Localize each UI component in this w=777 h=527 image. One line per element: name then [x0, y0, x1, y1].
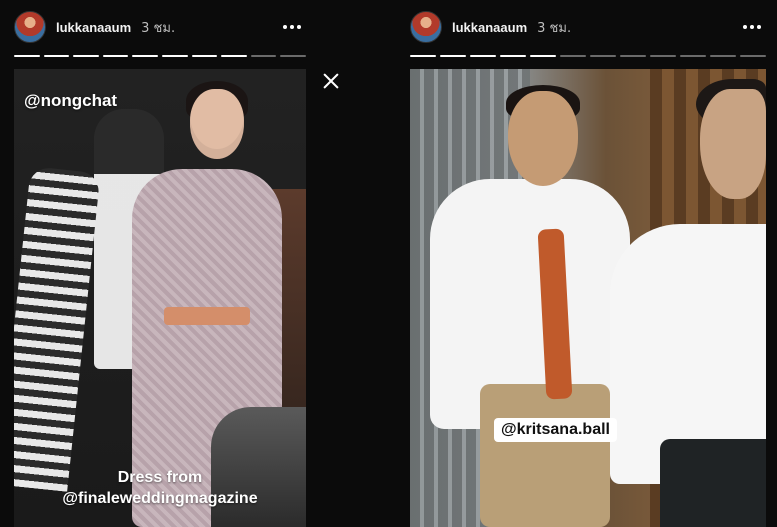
story-caption: Dress from @finaleweddingmagazine — [14, 467, 306, 509]
progress-segment — [680, 55, 706, 57]
caption-line: Dress from — [117, 469, 203, 486]
groom-head — [508, 91, 578, 186]
story-image[interactable]: @nongchat Dress from @finaleweddingmagaz… — [14, 69, 306, 527]
progress-segment — [410, 55, 436, 57]
story-progress — [14, 55, 306, 57]
timestamp: 3 ชม. — [141, 20, 176, 36]
progress-segment — [14, 55, 40, 57]
progress-segment — [650, 55, 676, 57]
progress-segment — [102, 55, 129, 57]
progress-segment — [560, 55, 586, 57]
progress-segment — [161, 55, 188, 57]
avatar[interactable] — [410, 11, 442, 43]
mention-sticker[interactable]: @kritsana.ball — [494, 418, 617, 442]
progress-segment — [191, 55, 218, 57]
progress-segment — [43, 55, 70, 57]
story-right: lukkanaaum 3 ชม. @kritsana.ball — [396, 0, 777, 527]
avatar[interactable] — [14, 11, 46, 43]
striped-sleeve-person — [14, 166, 101, 492]
progress-segment — [440, 55, 466, 57]
progress-segment — [500, 55, 526, 57]
stylist-head — [700, 89, 766, 199]
dress-belt — [164, 307, 250, 325]
story-header: lukkanaaum 3 ชม. — [410, 10, 766, 44]
story-header: lukkanaaum 3 ชม. — [14, 10, 306, 44]
progress-segment — [710, 55, 736, 57]
groom-pants — [480, 384, 610, 527]
progress-segment — [221, 55, 247, 57]
story-left: lukkanaaum 3 ชม. @nongchat Dress from @f… — [0, 0, 320, 527]
woman-head — [190, 89, 244, 159]
progress-segment — [73, 55, 99, 57]
progress-segment — [740, 55, 766, 57]
progress-segment — [280, 55, 306, 57]
progress-segment — [132, 55, 158, 57]
progress-segment — [250, 55, 277, 57]
close-icon[interactable] — [322, 72, 340, 90]
story-progress — [410, 55, 766, 57]
progress-segment — [590, 55, 616, 57]
dark-pants — [660, 439, 766, 527]
progress-segment — [620, 55, 646, 57]
username[interactable]: lukkanaaum — [452, 20, 527, 35]
progress-segment — [470, 55, 496, 57]
mention-tag[interactable]: @nongchat — [24, 91, 117, 111]
more-horizontal-icon[interactable] — [278, 17, 306, 37]
more-horizontal-icon[interactable] — [738, 17, 766, 37]
progress-segment — [530, 55, 556, 57]
timestamp: 3 ชม. — [537, 20, 572, 36]
caption-mention[interactable]: @finaleweddingmagazine — [14, 488, 306, 509]
story-image[interactable]: @kritsana.ball — [410, 69, 766, 527]
username[interactable]: lukkanaaum — [56, 20, 131, 35]
